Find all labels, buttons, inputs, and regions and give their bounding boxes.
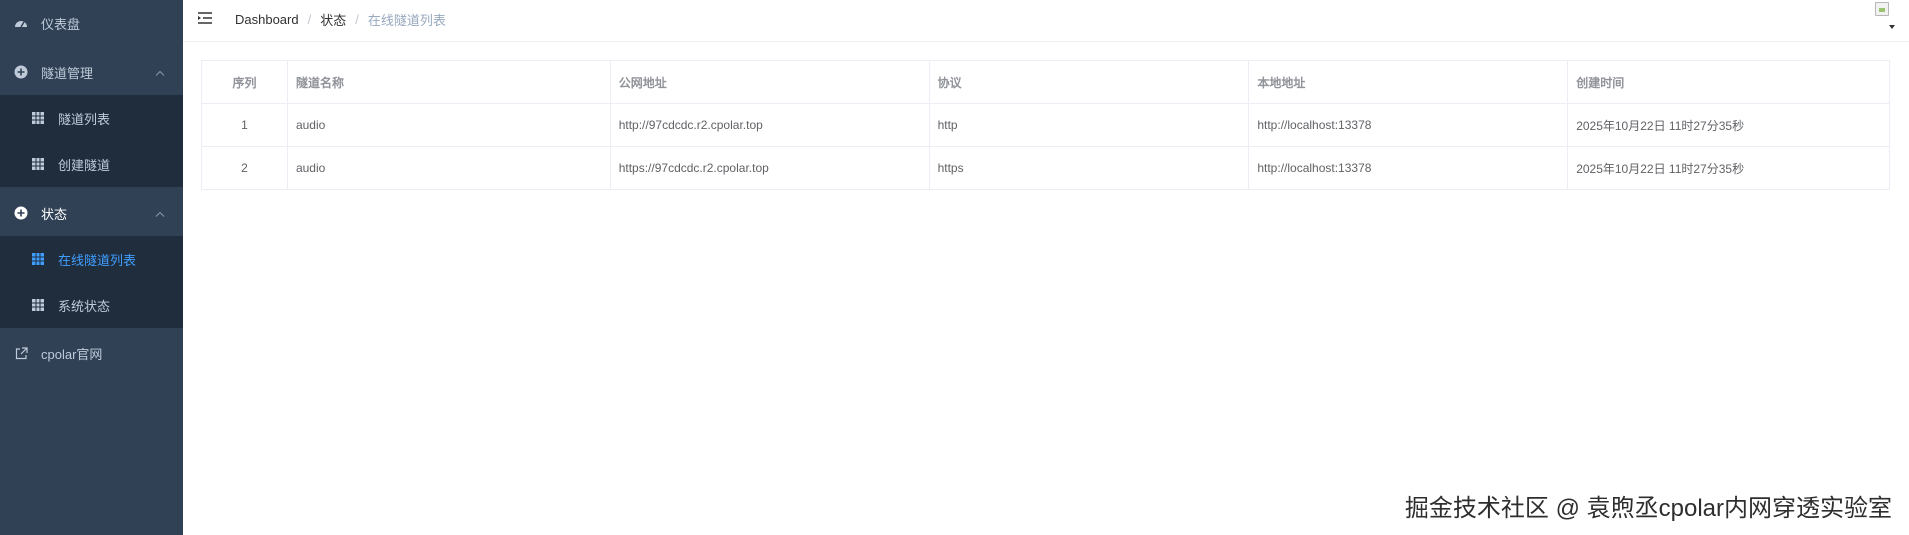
menu-item-system-status[interactable]: 系统状态 — [0, 282, 183, 328]
column-header: 隧道名称 — [286, 60, 611, 104]
hamburger-menu-icon[interactable] — [197, 11, 213, 25]
menu-item-create-tunnel[interactable]: 创建隧道 — [0, 141, 183, 187]
menu-item-status[interactable]: 状态 — [0, 190, 183, 236]
table-cell: http://97cdcdc.r2.cpolar.top — [609, 103, 930, 147]
table-cell: audio — [286, 146, 611, 190]
menu-item-dashboard[interactable]: 仪表盘 — [0, 0, 183, 46]
table-cell: 1 — [201, 103, 288, 147]
user-avatar-dropdown[interactable] — [1859, 2, 1899, 36]
table-cell: 2 — [201, 146, 288, 190]
chevron-up-icon — [155, 65, 165, 80]
menu-label: 仪表盘 — [41, 16, 81, 32]
table-cell: http://localhost:13378 — [1248, 103, 1569, 147]
table-row: 1 audio http://97cdcdc.r2.cpolar.top htt… — [201, 103, 1890, 147]
plus-circle-icon — [13, 205, 29, 221]
menu-item-tunnel-list[interactable]: 隧道列表 — [0, 95, 183, 141]
breadcrumb-separator: / — [307, 12, 312, 27]
dashboard-icon — [13, 15, 29, 31]
main-content: Dashboard / 状态 / 在线隧道列表 序列 隧道名称 公网地址 协议 — [183, 0, 1909, 535]
sidebar: 仪表盘 隧道管理 隧道列表 创建隧道 状态 在线隧道列表 系统状态 cpolar… — [0, 0, 183, 535]
breadcrumb-separator: / — [355, 12, 359, 27]
breadcrumb-item-dashboard[interactable]: Dashboard — [235, 12, 299, 27]
menu-item-cpolar-website[interactable]: cpolar官网 — [0, 330, 183, 376]
menu-label: 隧道管理 — [41, 65, 94, 81]
online-tunnels-table: 序列 隧道名称 公网地址 协议 本地地址 创建时间 1 audio http:/… — [201, 60, 1890, 190]
menu-item-tunnel-management[interactable]: 隧道管理 — [0, 49, 183, 95]
grid-icon — [30, 156, 46, 172]
column-header: 协议 — [928, 60, 1250, 104]
grid-icon — [30, 251, 46, 267]
table-cell: http — [928, 103, 1250, 147]
menu-label: 系统状态 — [58, 298, 111, 314]
column-header: 序列 — [201, 60, 288, 104]
column-header: 创建时间 — [1567, 60, 1890, 104]
caret-down-icon — [1889, 25, 1895, 29]
navbar: Dashboard / 状态 / 在线隧道列表 — [183, 0, 1909, 42]
column-header: 本地地址 — [1248, 60, 1569, 104]
table-cell: audio — [286, 103, 611, 147]
external-link-icon — [13, 345, 29, 361]
table-row: 2 audio https://97cdcdc.r2.cpolar.top ht… — [201, 146, 1890, 190]
plus-circle-icon — [13, 64, 29, 80]
menu-label: 隧道列表 — [58, 111, 111, 127]
table-cell: https — [928, 146, 1250, 190]
breadcrumb-item-status[interactable]: 状态 — [320, 10, 346, 29]
table-cell: http://localhost:13378 — [1248, 146, 1569, 190]
table-cell: https://97cdcdc.r2.cpolar.top — [609, 146, 930, 190]
breadcrumb: Dashboard / 状态 / 在线隧道列表 — [235, 10, 446, 29]
menu-item-online-tunnels[interactable]: 在线隧道列表 — [0, 236, 183, 282]
breadcrumb-item-current: 在线隧道列表 — [367, 13, 446, 28]
watermark: 掘金技术社区 @ 袁煦丞cpolar内网穿透实验室 — [1404, 495, 1892, 522]
table-cell: 2025年10月22日 11时27分35秒 — [1567, 103, 1890, 147]
table-cell: 2025年10月22日 11时27分35秒 — [1567, 146, 1890, 190]
avatar — [1875, 2, 1889, 16]
menu-label: 状态 — [41, 206, 68, 222]
chevron-up-icon — [155, 206, 165, 221]
table-header-row: 序列 隧道名称 公网地址 协议 本地地址 创建时间 — [201, 60, 1890, 104]
menu-label: cpolar官网 — [41, 346, 103, 362]
grid-icon — [30, 297, 46, 313]
menu-label: 创建隧道 — [58, 157, 111, 173]
menu-label: 在线隧道列表 — [58, 252, 137, 268]
column-header: 公网地址 — [609, 60, 930, 104]
grid-icon — [30, 110, 46, 126]
